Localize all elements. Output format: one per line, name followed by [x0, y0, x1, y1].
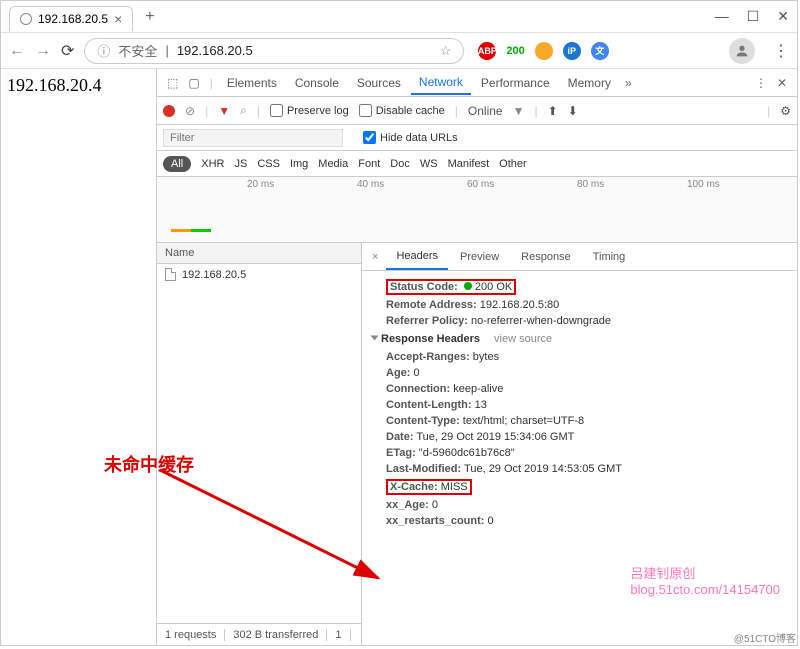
search-icon[interactable]: ⌕: [240, 103, 247, 118]
tab-title: 192.168.20.5: [38, 12, 108, 26]
reload-button[interactable]: ⟳: [61, 41, 74, 61]
timeline[interactable]: 20 ms 40 ms 60 ms 80 ms 100 ms: [157, 177, 797, 243]
header-row: xx_Age: 0: [372, 497, 787, 513]
status-transferred: 302 B transferred: [225, 629, 327, 641]
devtools-menu[interactable]: ⋮: [751, 76, 771, 90]
type-xhr[interactable]: XHR: [201, 158, 224, 170]
address-bar[interactable]: ⓘ 不安全 | 192.168.20.5 ☆: [84, 38, 464, 64]
device-icon[interactable]: ▢: [184, 76, 203, 90]
url-text: 192.168.20.5: [177, 43, 253, 58]
tab-performance[interactable]: Performance: [473, 72, 558, 94]
settings-icon[interactable]: ⚙: [780, 104, 791, 118]
tab-console[interactable]: Console: [287, 72, 347, 94]
translate-icon[interactable]: 文: [591, 42, 609, 60]
type-ws[interactable]: WS: [420, 158, 438, 170]
status-dot-icon: [464, 282, 472, 290]
tab-memory[interactable]: Memory: [560, 72, 619, 94]
type-img[interactable]: Img: [290, 158, 308, 170]
header-row: Date: Tue, 29 Oct 2019 15:34:06 GMT: [372, 429, 787, 445]
timeline-marker: [171, 229, 211, 232]
tab-network[interactable]: Network: [411, 71, 471, 95]
throttle-select[interactable]: Online: [468, 104, 503, 118]
inspect-icon[interactable]: ⬚: [163, 76, 182, 90]
status-r: 1: [327, 629, 350, 641]
type-manifest[interactable]: Manifest: [448, 158, 490, 170]
close-window-button[interactable]: ✕: [777, 8, 789, 25]
more-tabs-button[interactable]: »: [621, 76, 636, 90]
type-other[interactable]: Other: [499, 158, 527, 170]
tab-elements[interactable]: Elements: [219, 72, 285, 94]
header-row: Last-Modified: Tue, 29 Oct 2019 14:53:05…: [372, 461, 787, 477]
type-media[interactable]: Media: [318, 158, 348, 170]
globe-icon: [20, 13, 32, 25]
document-icon: [165, 268, 176, 281]
expand-icon: [371, 336, 379, 341]
header-row: ETag: "d-5960dc61b76c8": [372, 445, 787, 461]
header-row: Connection: keep-alive: [372, 381, 787, 397]
close-tab-icon[interactable]: ×: [114, 11, 122, 27]
devtools-close[interactable]: ✕: [773, 76, 791, 90]
profile-avatar[interactable]: [729, 38, 755, 64]
upload-icon[interactable]: ⬆: [548, 104, 558, 118]
security-warn: 不安全: [118, 41, 157, 60]
disable-cache-checkbox[interactable]: Disable cache: [359, 104, 445, 117]
filter-input[interactable]: [163, 129, 343, 147]
ext-icon[interactable]: [535, 42, 553, 60]
header-row: Content-Length: 13: [372, 397, 787, 413]
hide-data-urls-checkbox[interactable]: Hide data URLs: [363, 131, 458, 144]
tab-preview[interactable]: Preview: [450, 245, 509, 269]
status-200-badge[interactable]: 200: [506, 42, 524, 60]
record-button[interactable]: [163, 105, 175, 117]
tab-sources[interactable]: Sources: [349, 72, 409, 94]
preserve-log-checkbox[interactable]: Preserve log: [270, 104, 349, 117]
tab-response[interactable]: Response: [511, 245, 581, 269]
minimize-button[interactable]: —: [715, 8, 729, 25]
ip-icon[interactable]: iP: [563, 42, 581, 60]
clear-button[interactable]: ⊘: [185, 104, 195, 118]
forward-button: →: [35, 42, 51, 60]
type-doc[interactable]: Doc: [390, 158, 410, 170]
tab-headers[interactable]: Headers: [386, 244, 448, 270]
download-icon[interactable]: ⬇: [568, 104, 578, 118]
bookmark-icon[interactable]: ☆: [440, 43, 452, 59]
response-headers-section[interactable]: Response Headersview source: [372, 329, 787, 349]
name-column-header[interactable]: Name: [157, 243, 361, 264]
abp-icon[interactable]: ABP: [478, 42, 496, 60]
type-all[interactable]: All: [163, 156, 191, 172]
cto-watermark: @51CTO博客: [734, 630, 796, 645]
close-details-button[interactable]: ×: [366, 251, 384, 263]
annotation-text: 未命中缓存: [104, 451, 194, 477]
throttle-dropdown-icon[interactable]: ▼: [513, 104, 525, 118]
request-row[interactable]: 192.168.20.5: [157, 264, 361, 285]
back-button[interactable]: ←: [9, 42, 25, 60]
info-icon[interactable]: ⓘ: [97, 41, 110, 60]
status-requests: 1 requests: [157, 629, 225, 641]
type-js[interactable]: JS: [234, 158, 247, 170]
type-css[interactable]: CSS: [257, 158, 280, 170]
type-font[interactable]: Font: [358, 158, 380, 170]
filter-icon[interactable]: ▼: [218, 104, 230, 118]
header-row: Content-Type: text/html; charset=UTF-8: [372, 413, 787, 429]
header-row: xx_restarts_count: 0: [372, 513, 787, 529]
header-row: Accept-Ranges: bytes: [372, 349, 787, 365]
maximize-button[interactable]: ☐: [747, 8, 760, 25]
browser-tab[interactable]: 192.168.20.5 ×: [9, 6, 133, 31]
watermark: 吕建钊原创 blog.51cto.com/14154700: [630, 563, 780, 597]
new-tab-button[interactable]: +: [145, 8, 154, 26]
tab-timing[interactable]: Timing: [583, 245, 636, 269]
header-row: Age: 0: [372, 365, 787, 381]
page-content: 192.168.20.4: [1, 69, 156, 645]
menu-button[interactable]: ⋮: [773, 41, 789, 61]
header-row: X-Cache: MISS: [372, 477, 787, 497]
